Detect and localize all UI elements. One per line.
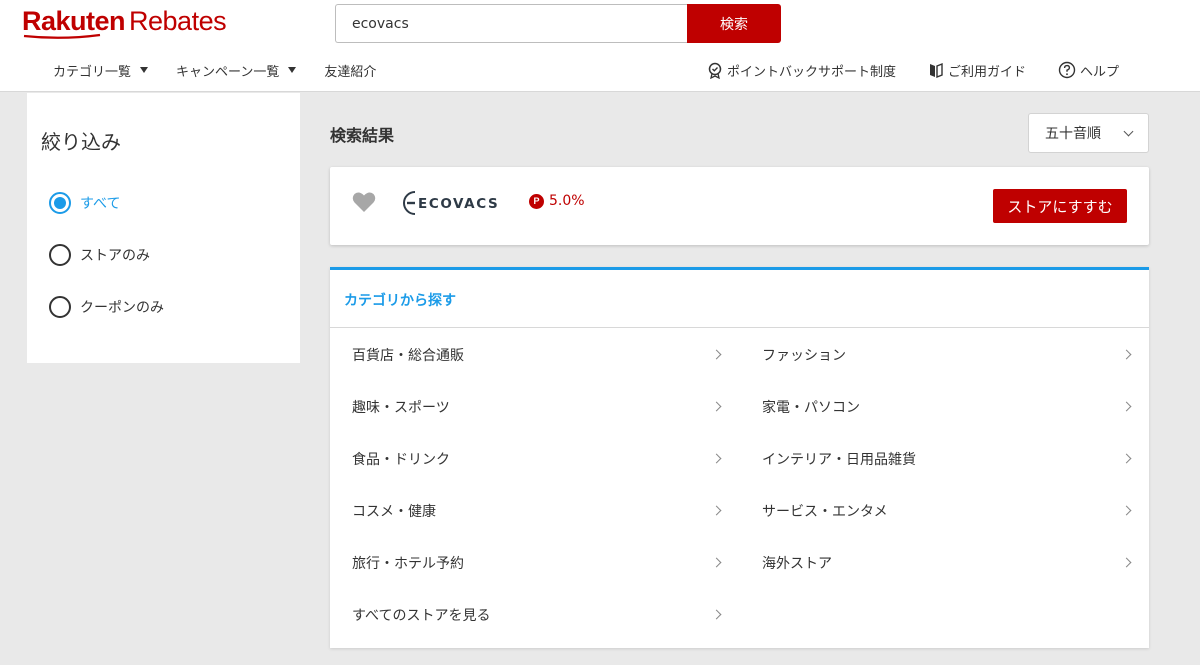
radio-unselected-icon: [49, 296, 71, 318]
filter-option-all[interactable]: すべて: [49, 192, 120, 214]
chevron-right-icon: [1121, 453, 1132, 464]
category-label: 海外ストア: [762, 556, 832, 572]
logo-swoosh-icon: [23, 33, 101, 39]
ecovacs-logo-text: ECOVACS: [418, 196, 499, 212]
search-button[interactable]: 検索: [687, 4, 781, 43]
category-label: 趣味・スポーツ: [352, 400, 450, 416]
category-link-electronics-pc[interactable]: 家電・パソコン: [762, 395, 1132, 419]
filter-sidebar: 絞り込み すべて ストアのみ クーポンのみ: [27, 93, 300, 363]
category-link-department[interactable]: 百貨店・総合通販: [352, 343, 722, 367]
category-link-all-stores[interactable]: すべてのストアを見る: [352, 603, 722, 627]
book-icon: [930, 62, 943, 78]
chevron-right-icon: [711, 609, 722, 620]
logo-brand: Rakuten: [22, 6, 126, 36]
filter-option-label: すべて: [80, 196, 121, 212]
sort-select[interactable]: 五十音順: [1028, 113, 1149, 153]
nav-help[interactable]: ヘルプ: [1058, 60, 1119, 80]
nav-campaign-list[interactable]: キャンペーン一覧: [176, 60, 297, 80]
nav-label: キャンペーン一覧: [176, 64, 280, 80]
nav-label: ヘルプ: [1080, 64, 1120, 80]
go-to-store-button[interactable]: ストアにすすむ: [993, 189, 1127, 223]
help-icon: [1058, 61, 1076, 79]
category-title: カテゴリから探す: [344, 293, 456, 309]
category-label: サービス・エンタメ: [762, 504, 888, 520]
results-title: 検索結果: [330, 126, 395, 145]
badge-icon: [708, 62, 722, 79]
category-label: インテリア・日用品雑貨: [762, 452, 916, 468]
caret-down-icon: [140, 67, 149, 73]
nav-category-list[interactable]: カテゴリ一覧: [53, 60, 149, 80]
main-nav: カテゴリ一覧 キャンペーン一覧 友達紹介: [53, 60, 404, 80]
category-link-fashion[interactable]: ファッション: [762, 343, 1132, 367]
radio-selected-icon: [49, 192, 71, 214]
chevron-down-icon: [1123, 126, 1134, 137]
chevron-right-icon: [711, 349, 722, 360]
filter-title: 絞り込み: [41, 130, 121, 154]
chevron-right-icon: [1121, 505, 1132, 516]
nav-label: ポイントバックサポート制度: [727, 64, 897, 80]
site-header: RakutenRebates 検索 カテゴリ一覧 キャンペーン一覧 友達紹介 ポ…: [0, 0, 1200, 92]
ecovacs-logo[interactable]: ECOVACS: [399, 188, 499, 218]
nav-point-back-support[interactable]: ポイントバックサポート制度: [707, 60, 896, 80]
category-label: コスメ・健康: [352, 504, 436, 520]
category-link-cosmetics-health[interactable]: コスメ・健康: [352, 499, 722, 523]
sort-value: 五十音順: [1045, 126, 1101, 142]
filter-option-label: クーポンのみ: [80, 300, 164, 316]
nav-label: 友達紹介: [324, 64, 377, 80]
logo-product: Rebates: [129, 6, 227, 36]
chevron-right-icon: [1121, 401, 1132, 412]
nav-friend-referral[interactable]: 友達紹介: [324, 60, 376, 80]
category-header: カテゴリから探す: [330, 270, 1149, 328]
chevron-right-icon: [1121, 557, 1132, 568]
filter-option-label: ストアのみ: [80, 248, 150, 264]
category-label: 百貨店・総合通販: [352, 348, 464, 364]
point-rate: P 5.0%: [529, 193, 585, 209]
category-link-services-entertainment[interactable]: サービス・エンタメ: [762, 499, 1132, 523]
nav-label: カテゴリ一覧: [53, 64, 132, 80]
category-panel: カテゴリから探す 百貨店・総合通販 趣味・スポーツ 食品・ドリンク コスメ・健康…: [330, 267, 1149, 648]
category-link-food-drink[interactable]: 食品・ドリンク: [352, 447, 722, 471]
category-link-hobby-sports[interactable]: 趣味・スポーツ: [352, 395, 722, 419]
category-label: 家電・パソコン: [762, 400, 860, 416]
favorite-heart-icon[interactable]: [352, 191, 376, 213]
chevron-right-icon: [711, 505, 722, 516]
category-label: すべてのストアを見る: [352, 608, 491, 624]
chevron-right-icon: [711, 453, 722, 464]
chevron-right-icon: [711, 557, 722, 568]
filter-option-coupons-only[interactable]: クーポンのみ: [49, 296, 164, 318]
caret-down-icon: [288, 67, 297, 73]
category-link-travel-hotel[interactable]: 旅行・ホテル予約: [352, 551, 722, 575]
chevron-right-icon: [1121, 349, 1132, 360]
search-input[interactable]: [335, 4, 687, 43]
category-label: ファッション: [762, 348, 846, 364]
nav-label: ご利用ガイド: [948, 64, 1027, 80]
store-result-card: ECOVACS P 5.0% ストアにすすむ: [330, 167, 1149, 245]
chevron-right-icon: [711, 401, 722, 412]
category-link-interior-goods[interactable]: インテリア・日用品雑貨: [762, 447, 1132, 471]
nav-user-guide[interactable]: ご利用ガイド: [928, 60, 1026, 80]
radio-unselected-icon: [49, 244, 71, 266]
point-p-icon: P: [529, 193, 544, 209]
filter-option-stores-only[interactable]: ストアのみ: [49, 244, 150, 266]
category-label: 食品・ドリンク: [352, 452, 450, 468]
rate-value: 5.0%: [549, 193, 585, 209]
utility-nav: ポイントバックサポート制度 ご利用ガイド ヘルプ: [707, 60, 1151, 80]
category-link-overseas-stores[interactable]: 海外ストア: [762, 551, 1132, 575]
category-label: 旅行・ホテル予約: [352, 556, 464, 572]
